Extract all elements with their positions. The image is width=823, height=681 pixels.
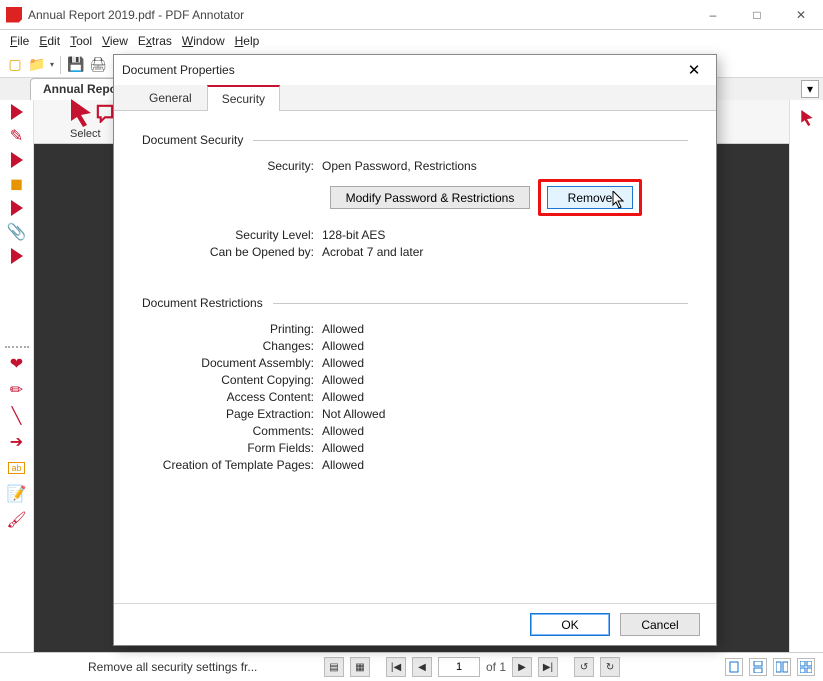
menu-tool[interactable]: Tool — [66, 32, 96, 50]
menu-help[interactable]: Help — [231, 32, 264, 50]
view-single-icon[interactable] — [725, 658, 743, 676]
left-tool-strip: ✎ ◼ 📎 ❤ ✏ ╲ ➔ ab 📝 🖌 — [0, 100, 34, 652]
security-value: Open Password, Restrictions — [322, 159, 477, 173]
arrow-icon[interactable]: ➔ — [7, 432, 27, 452]
view-continuous-icon[interactable] — [749, 658, 767, 676]
remove-highlight-box: Remove — [538, 179, 642, 216]
tab-general[interactable]: General — [134, 85, 207, 110]
tab-dropdown-button[interactable]: ▾ — [801, 80, 819, 98]
view-grid-icon[interactable] — [797, 658, 815, 676]
security-section-label: Document Security — [142, 133, 243, 147]
dialog-close-button[interactable]: ✕ — [680, 58, 708, 82]
assembly-value: Allowed — [322, 356, 364, 370]
pencil-icon[interactable]: ✏ — [7, 380, 27, 400]
page-total-label: of 1 — [486, 660, 506, 674]
assembly-key: Document Assembly: — [142, 356, 322, 370]
access-value: Allowed — [322, 390, 364, 404]
nav-back-button[interactable]: ↺ — [574, 657, 594, 677]
menu-window[interactable]: Window — [178, 32, 229, 50]
tab-security[interactable]: Security — [207, 85, 280, 111]
sb-icon-2[interactable]: ▦ — [350, 657, 370, 677]
open-icon[interactable]: 📁 — [28, 56, 46, 74]
forms-value: Allowed — [322, 441, 364, 455]
page-next-button[interactable]: ▶ — [512, 657, 532, 677]
select-arrow-icon[interactable] — [70, 102, 92, 124]
status-message: Remove all security settings fr... — [88, 660, 318, 674]
dialog-title: Document Properties — [122, 63, 680, 77]
document-properties-dialog: Document Properties ✕ General Security D… — [113, 54, 717, 646]
close-button[interactable]: ✕ — [779, 0, 823, 30]
access-key: Access Content: — [142, 390, 322, 404]
cancel-button[interactable]: Cancel — [620, 613, 700, 636]
menu-file[interactable]: File — [6, 32, 33, 50]
changes-key: Changes: — [142, 339, 322, 353]
brush-icon[interactable]: 🖌 — [7, 510, 27, 530]
restrictions-section-label: Document Restrictions — [142, 296, 263, 310]
forms-key: Form Fields: — [142, 441, 322, 455]
extract-value: Not Allowed — [322, 407, 385, 421]
clip-icon[interactable]: 📎 — [7, 222, 27, 242]
page-prev-button[interactable]: ◀ — [412, 657, 432, 677]
pen-icon[interactable]: ✎ — [7, 126, 27, 146]
menu-extras[interactable]: Extras — [134, 32, 176, 50]
printing-key: Printing: — [142, 322, 322, 336]
changes-value: Allowed — [322, 339, 364, 353]
template-key: Creation of Template Pages: — [142, 458, 322, 472]
left-tri-2[interactable] — [11, 152, 23, 168]
page-number-field[interactable] — [438, 657, 480, 677]
minimize-button[interactable]: – — [691, 0, 735, 30]
select-label: Select — [70, 128, 101, 140]
template-value: Allowed — [322, 458, 364, 472]
line-icon[interactable]: ╲ — [7, 406, 27, 426]
textbox-icon[interactable]: ab — [7, 458, 27, 478]
remove-button[interactable]: Remove — [547, 186, 633, 209]
stamp-icon[interactable]: 📝 — [7, 484, 27, 504]
right-tool-strip — [789, 100, 823, 652]
sb-icon-1[interactable]: ▤ — [324, 657, 344, 677]
dialog-titlebar: Document Properties ✕ — [114, 55, 716, 85]
modify-password-button[interactable]: Modify Password & Restrictions — [330, 186, 530, 209]
dialog-footer: OK Cancel — [114, 603, 716, 645]
menubar: File Edit Tool View Extras Window Help — [0, 30, 823, 52]
app-icon — [6, 7, 22, 23]
comments-key: Comments: — [142, 424, 322, 438]
statusbar: Remove all security settings fr... ▤ ▦ |… — [0, 652, 823, 681]
opened-value: Acrobat 7 and later — [322, 245, 423, 259]
page-last-button[interactable]: ▶| — [538, 657, 558, 677]
rule — [253, 140, 688, 141]
view-twopage-icon[interactable] — [773, 658, 791, 676]
dialog-body: Document Security Security: Open Passwor… — [114, 111, 716, 603]
printing-value: Allowed — [322, 322, 364, 336]
extract-key: Page Extraction: — [142, 407, 322, 421]
page-first-button[interactable]: |◀ — [386, 657, 406, 677]
cursor-icon[interactable] — [799, 110, 815, 126]
left-tri-3[interactable] — [11, 200, 23, 216]
level-value: 128-bit AES — [322, 228, 385, 242]
note-icon[interactable]: ◼ — [7, 174, 27, 194]
menu-edit[interactable]: Edit — [35, 32, 64, 50]
opened-key: Can be Opened by: — [142, 245, 322, 259]
print-icon[interactable]: 🖨 — [89, 56, 107, 74]
nav-fwd-button[interactable]: ↻ — [600, 657, 620, 677]
titlebar: Annual Report 2019.pdf - PDF Annotator –… — [0, 0, 823, 30]
left-tri-1[interactable] — [11, 104, 23, 120]
ok-button[interactable]: OK — [530, 613, 610, 636]
comments-value: Allowed — [322, 424, 364, 438]
copy-value: Allowed — [322, 373, 364, 387]
level-key: Security Level: — [142, 228, 322, 242]
maximize-button[interactable]: □ — [735, 0, 779, 30]
dialog-tabs: General Security — [114, 85, 716, 111]
rule — [273, 303, 688, 304]
heart-icon[interactable]: ❤ — [7, 354, 27, 374]
new-icon[interactable]: ▢ — [6, 56, 24, 74]
window-title: Annual Report 2019.pdf - PDF Annotator — [28, 8, 691, 22]
security-key: Security: — [142, 159, 322, 173]
save-icon[interactable]: 💾 — [67, 56, 85, 74]
menu-view[interactable]: View — [98, 32, 132, 50]
left-tri-4[interactable] — [11, 248, 23, 264]
copy-key: Content Copying: — [142, 373, 322, 387]
